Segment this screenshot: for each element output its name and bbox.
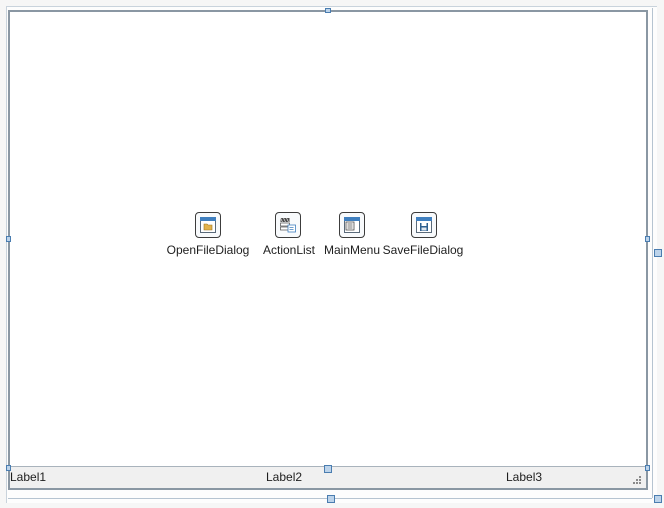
designer-surface: OpenFileDialog ActionList MainMenu SaveF… — [0, 0, 664, 508]
resize-handle-bottom-right[interactable] — [645, 465, 650, 471]
main-menu-icon[interactable] — [339, 212, 365, 238]
component-save-file-dialog[interactable]: SaveFileDialog — [373, 212, 473, 262]
outer-resize-handle-bottom[interactable] — [327, 495, 335, 503]
resize-handle-bottom-left[interactable] — [6, 465, 11, 471]
status-label-1[interactable]: Label1 — [10, 470, 46, 484]
save-file-dialog-label: SaveFileDialog — [382, 243, 464, 257]
open-file-dialog-icon[interactable] — [195, 212, 221, 238]
resize-handle-bottom[interactable] — [324, 465, 332, 473]
resize-handle-left[interactable] — [6, 236, 11, 242]
outer-frame-right-guide — [652, 8, 653, 498]
outer-resize-handle-right[interactable] — [654, 249, 662, 257]
save-file-dialog-icon[interactable] — [411, 212, 437, 238]
resize-handle-top[interactable] — [325, 8, 331, 13]
designer-form[interactable]: OpenFileDialog ActionList MainMenu SaveF… — [8, 10, 648, 490]
size-grip-icon[interactable] — [632, 475, 642, 485]
action-list-icon[interactable] — [275, 212, 301, 238]
status-label-2[interactable]: Label2 — [266, 470, 302, 484]
form-client-area[interactable]: OpenFileDialog ActionList MainMenu SaveF… — [10, 12, 646, 466]
outer-resize-handle-corner[interactable] — [654, 495, 662, 503]
status-label-3[interactable]: Label3 — [506, 470, 542, 484]
resize-handle-right[interactable] — [645, 236, 650, 242]
